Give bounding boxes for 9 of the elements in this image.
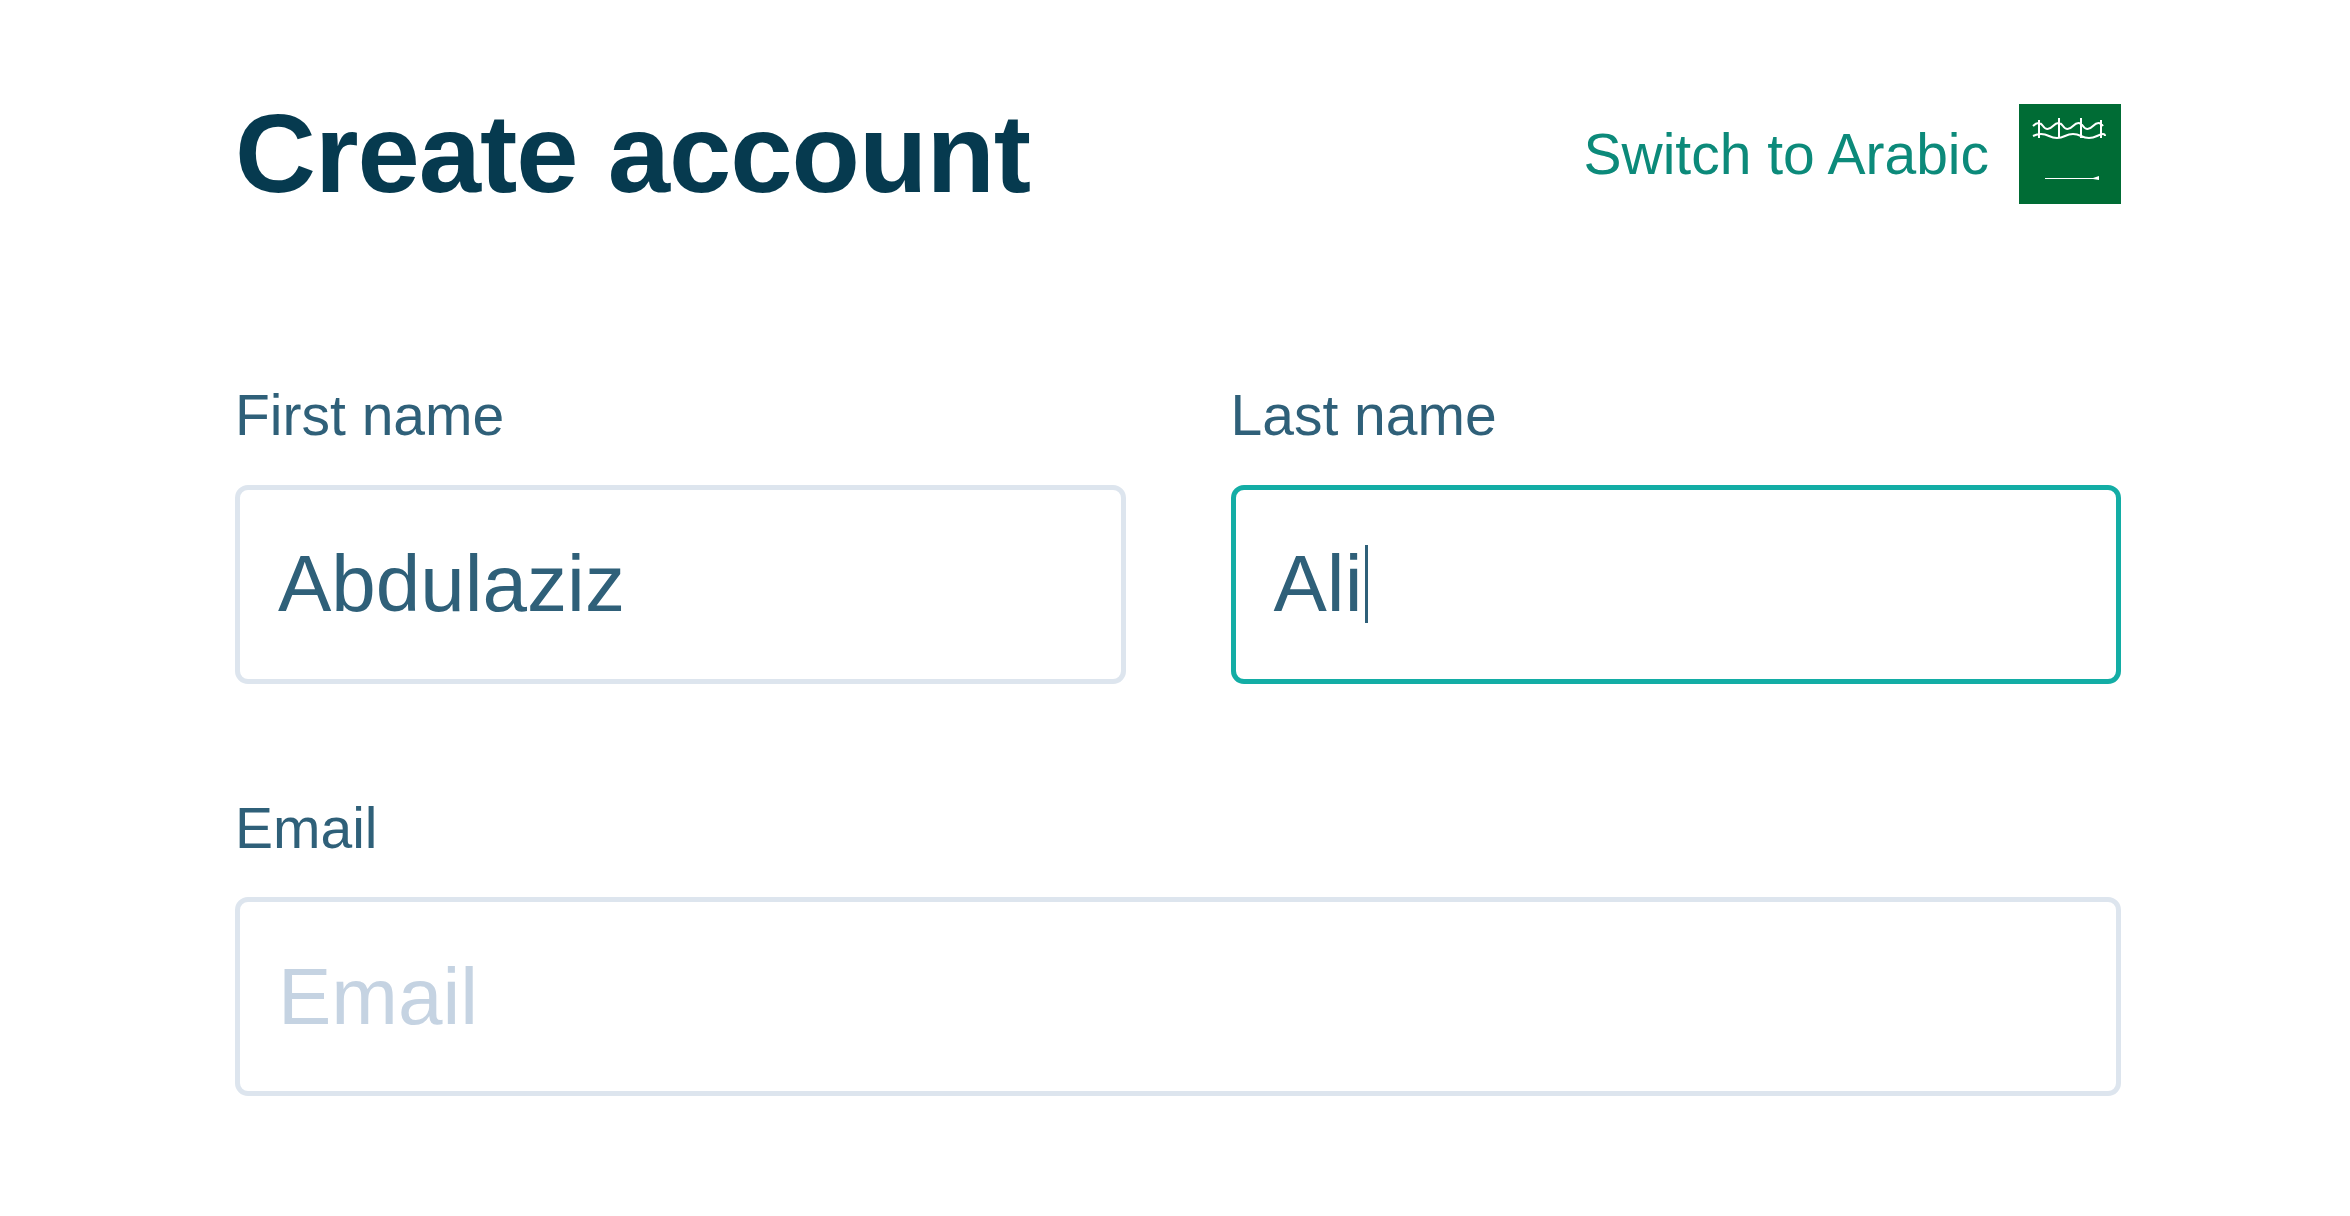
field-label: Email (235, 795, 379, 862)
input-field[interactable]: Abdulaziz (235, 484, 1126, 684)
field-label: First name (235, 383, 506, 449)
text-cursor-icon (1365, 545, 1369, 624)
page-title: Create account (235, 92, 1031, 216)
language-switch-link[interactable]: Switch to Arabic (1583, 120, 1989, 187)
flag-icon[interactable] (2019, 103, 2121, 204)
input-field[interactable]: Ali (1230, 484, 2121, 684)
field-label: Last name (1230, 383, 1498, 449)
